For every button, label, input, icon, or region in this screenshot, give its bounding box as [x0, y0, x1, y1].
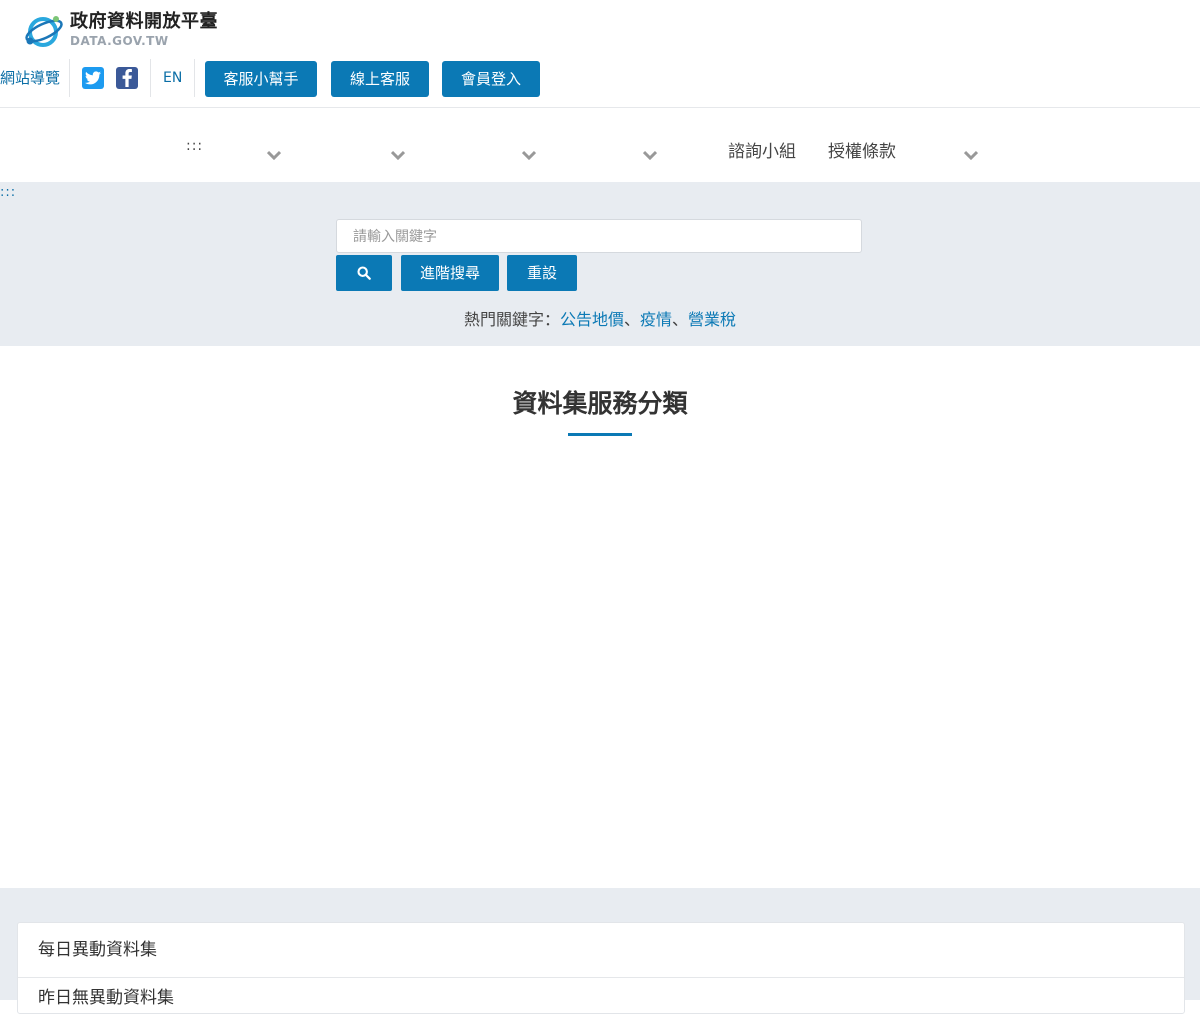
panel-row-not-updated[interactable]: 昨日無異動資料集 — [18, 978, 1184, 1018]
search-icon — [357, 266, 371, 280]
search-button[interactable] — [336, 255, 392, 291]
logo-emblem-icon — [22, 10, 66, 50]
nav-accesskey[interactable]: ::: — [186, 138, 203, 154]
language-switch[interactable]: EN — [151, 59, 196, 97]
utility-bar: 網站導覽 EN — [0, 58, 196, 98]
hot-keywords-label: 熱門關鍵字： — [463, 310, 560, 329]
keyword-separator: 、 — [623, 310, 640, 329]
main-nav: ::: — [0, 108, 1200, 182]
site-logo[interactable]: 政府資料開放平臺 DATA.GOV.TW — [22, 10, 218, 50]
nav-item-advisory-group[interactable]: 諮詢小組 — [728, 137, 796, 162]
reset-button[interactable]: 重設 — [507, 255, 577, 291]
logo-domain: DATA.GOV.TW — [70, 34, 169, 48]
hot-keyword-link[interactable]: 營業稅 — [688, 310, 736, 329]
nav-item-license-terms[interactable]: 授權條款 — [828, 137, 896, 162]
advanced-search-button[interactable]: 進階搜尋 — [401, 255, 499, 291]
panel-row-daily-updated[interactable]: 每日異動資料集 — [18, 923, 1184, 978]
online-service-button[interactable]: 線上客服 — [331, 61, 429, 97]
chevron-down-icon[interactable] — [522, 150, 536, 160]
twitter-icon[interactable] — [82, 67, 105, 89]
chevron-down-icon[interactable] — [391, 150, 405, 160]
site-nav-link[interactable]: 網站導覽 — [0, 59, 71, 97]
keyword-separator: 、 — [672, 310, 689, 329]
content-accesskey[interactable]: ::: — [0, 185, 16, 200]
hot-keywords: 熱門關鍵字：公告地價、疫情、營業稅 — [0, 306, 1200, 330]
section-title: 資料集服務分類 — [512, 389, 688, 418]
member-login-button[interactable]: 會員登入 — [442, 61, 540, 97]
hot-keyword-link[interactable]: 疫情 — [640, 310, 672, 329]
search-input[interactable]: 請輸入關鍵字 — [336, 219, 862, 253]
logo-name: 政府資料開放平臺 — [70, 11, 218, 32]
section-title-underline — [568, 433, 632, 436]
hot-keyword-link[interactable]: 公告地價 — [560, 310, 624, 329]
chevron-down-icon[interactable] — [267, 150, 281, 160]
chevron-down-icon[interactable] — [643, 150, 657, 160]
chevron-down-icon[interactable] — [964, 150, 978, 160]
search-section: ::: 請輸入關鍵字 進階搜尋 重設 熱門關鍵字：公告地價、疫情、營業稅 — [0, 182, 1200, 346]
dataset-status-panel: 每日異動資料集 昨日無異動資料集 — [17, 922, 1185, 1014]
social-links — [70, 59, 152, 97]
customer-helper-button[interactable]: 客服小幫手 — [205, 61, 317, 97]
facebook-icon[interactable] — [116, 67, 139, 89]
